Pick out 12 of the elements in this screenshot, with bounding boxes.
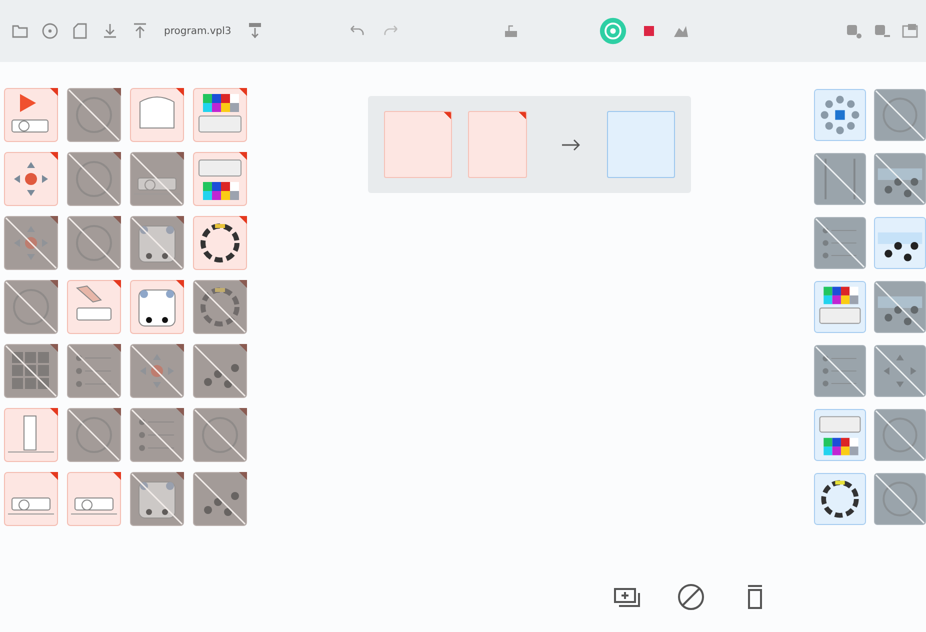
event-block[interactable] xyxy=(193,216,247,270)
event-block[interactable] xyxy=(193,88,247,142)
action-block[interactable] xyxy=(814,472,866,526)
event-block[interactable] xyxy=(193,152,247,206)
action-block[interactable] xyxy=(874,216,926,270)
filename: program.vpl3 xyxy=(164,26,232,36)
arrow-icon xyxy=(561,138,581,150)
help-icon[interactable] xyxy=(40,21,60,41)
run-button[interactable] xyxy=(599,17,628,45)
action-block[interactable] xyxy=(814,408,866,462)
disable-icon[interactable] xyxy=(676,582,706,612)
action-block[interactable] xyxy=(814,280,866,334)
